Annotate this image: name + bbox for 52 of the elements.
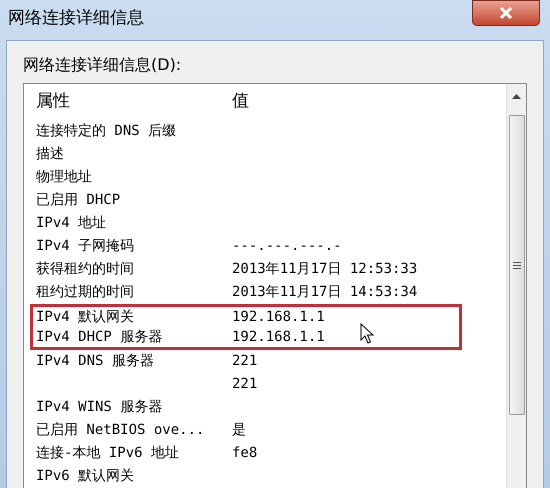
property-cell: IPv4 默认网关 <box>36 308 134 324</box>
property-cell: 获得租约的时间 <box>36 261 134 277</box>
list-row[interactable]: 已启用 DHCP <box>30 189 462 212</box>
property-cell: 物理地址 <box>36 169 92 185</box>
list-row[interactable]: IPv4 子网掩码 ---.---.---.- <box>30 235 462 258</box>
list-row[interactable]: 已启用 NetBIOS ove... 是 <box>30 419 462 442</box>
value-cell: 221 <box>232 353 258 369</box>
property-cell: IPv4 子网掩码 <box>36 238 134 254</box>
list-row[interactable]: IPv4 WINS 服务器 <box>30 396 462 419</box>
property-cell: IPv4 WINS 服务器 <box>36 399 162 415</box>
property-cell: IPv4 地址 <box>36 215 106 231</box>
list-row[interactable]: 221 <box>30 373 462 396</box>
list-row[interactable]: 描述 <box>30 143 462 166</box>
column-header[interactable]: 值 <box>228 89 249 115</box>
property-cell: 描述 <box>36 146 64 162</box>
list-row[interactable]: IPv4 DHCP 服务器 192.168.1.1 <box>30 327 462 350</box>
list-row[interactable]: 获得租约的时间 2013年11月17日 12:53:33 <box>30 258 462 281</box>
value-cell: 是 <box>232 422 246 438</box>
window-title: 网络连接详细信息 <box>8 7 144 30</box>
list-row[interactable]: 物理地址 <box>30 166 462 189</box>
close-button[interactable] <box>472 0 540 26</box>
close-icon <box>498 6 514 20</box>
value-cell: fe8 <box>232 445 258 461</box>
property-cell: IPv4 DHCP 服务器 <box>36 328 162 344</box>
list-row[interactable]: IPv4 默认网关 192.168.1.1 <box>30 304 462 327</box>
list-row[interactable]: IPv4 DNS 服务器 221 <box>30 350 462 373</box>
value-cell: 192.168.1.1 <box>232 328 325 344</box>
value-cell: 221 <box>232 376 258 392</box>
scroll-up-icon <box>512 94 521 99</box>
list-row[interactable]: IPv4 地址 <box>30 212 462 235</box>
property-cell: 已启用 DHCP <box>36 192 120 208</box>
list-label: 网络连接详细信息(D): <box>23 54 182 76</box>
list-row[interactable]: IPv6 默认网关 <box>30 465 462 488</box>
column-header[interactable]: 属性 <box>24 89 228 115</box>
scrollbar[interactable] <box>506 84 526 488</box>
property-cell: 已启用 NetBIOS ove... <box>36 422 204 438</box>
value-cell: 2013年11月17日 14:53:34 <box>232 284 418 300</box>
value-cell: 192.168.1.1 <box>232 308 325 324</box>
scroll-thumb[interactable] <box>508 115 524 415</box>
cursor-icon <box>360 323 374 345</box>
list-row[interactable]: 租约过期的时间 2013年11月17日 14:53:34 <box>30 281 462 304</box>
grip-icon <box>512 262 520 268</box>
property-cell: 租约过期的时间 <box>36 284 134 300</box>
value-cell: 2013年11月17日 12:53:33 <box>232 261 418 277</box>
property-cell: IPv4 DNS 服务器 <box>36 353 154 369</box>
list-row[interactable]: 连接-本地 IPv6 地址 fe8 <box>30 442 462 465</box>
list-row[interactable]: 连接特定的 DNS 后缀 <box>30 120 462 143</box>
property-cell: 连接特定的 DNS 后缀 <box>36 123 176 139</box>
details-list[interactable] <box>23 83 527 488</box>
property-cell: IPv6 默认网关 <box>36 468 134 484</box>
property-cell: 连接-本地 IPv6 地址 <box>36 445 180 461</box>
value-cell: ---.---.---.- <box>232 238 342 254</box>
